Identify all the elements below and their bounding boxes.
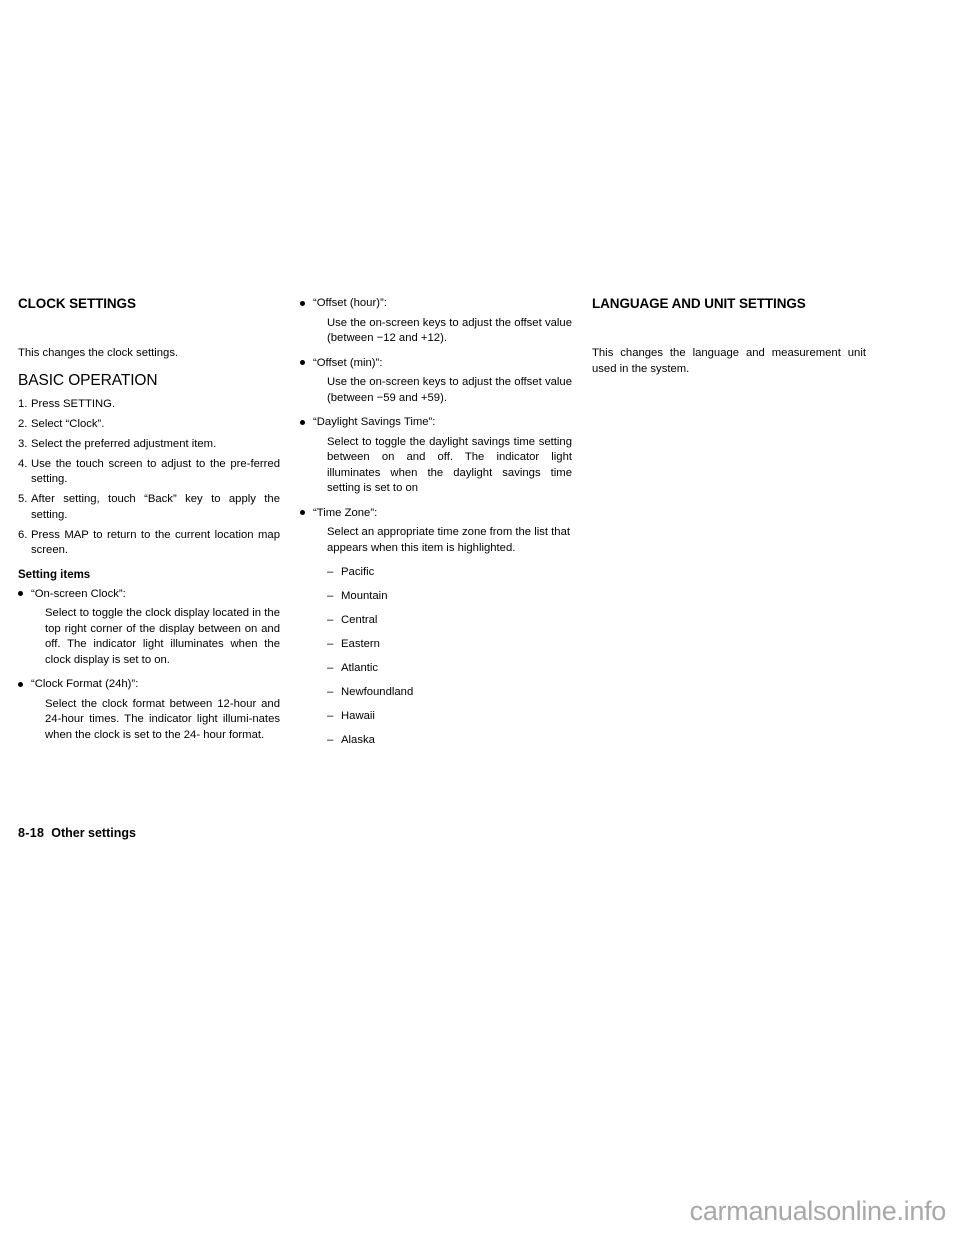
column-right: LANGUAGE AND UNIT SETTINGS This changes … (592, 296, 866, 386)
setting-item-label: “Time Zone”: (313, 506, 378, 519)
step-text: Press SETTING. (31, 397, 116, 410)
step-number: 6. (18, 528, 28, 541)
bullet-icon (300, 510, 305, 516)
bullet-icon (18, 591, 23, 597)
dash-icon: – (327, 734, 334, 746)
time-zone-label: Pacific (341, 566, 375, 578)
step-text: Use the touch screen to adjust to the pr… (31, 457, 280, 486)
list-item: 6. Press MAP to return to the current lo… (18, 528, 280, 559)
list-item: – Hawaii (327, 709, 572, 725)
column-middle: “Offset (hour)”: Use the on-screen keys … (300, 296, 572, 757)
setting-item-description: Select to toggle the clock display locat… (45, 607, 280, 666)
dash-icon: – (327, 710, 334, 722)
bullet-icon (300, 360, 305, 366)
list-item: 3. Select the preferred adjustment item. (18, 437, 280, 453)
list-item: 5. After setting, touch “Back” key to ap… (18, 492, 280, 523)
step-number: 1. (18, 397, 28, 410)
language-settings-intro: This changes the language and measuremen… (592, 347, 866, 375)
manual-page: CLOCK SETTINGS This changes the clock se… (0, 0, 960, 1242)
time-zone-label: Mountain (341, 590, 388, 602)
section-heading-clock-settings: CLOCK SETTINGS (18, 296, 136, 311)
setting-item-label: “Daylight Savings Time”: (313, 416, 436, 428)
list-item: – Newfoundland (327, 685, 572, 701)
setting-item-label: “Offset (min)”: (313, 356, 383, 369)
step-number: 4. (18, 457, 28, 470)
list-item: – Pacific (327, 565, 572, 581)
list-item: – Alaska (327, 733, 572, 749)
time-zone-label: Hawaii (341, 710, 375, 722)
step-number: 2. (18, 417, 28, 430)
time-zone-options: – Pacific – Mountain – Central – Eastern… (327, 565, 572, 749)
dash-icon: – (327, 638, 334, 650)
time-zone-label: Alaska (341, 734, 375, 746)
time-zone-label: Atlantic (341, 662, 379, 674)
dash-icon: – (327, 614, 334, 626)
list-item: – Central (327, 613, 572, 629)
page-footer: 8-18 Other settings (18, 825, 136, 841)
list-item: “Clock Format (24h)”: (18, 677, 280, 693)
list-item: – Eastern (327, 637, 572, 653)
clock-settings-intro: This changes the clock settings. (18, 347, 179, 359)
setting-item-label: “On-screen Clock”: (31, 587, 126, 600)
list-item: “Offset (hour)”: (300, 296, 572, 312)
step-text: After setting, touch “Back” key to apply… (31, 493, 280, 521)
list-item: “Offset (min)”: (300, 356, 572, 372)
step-text: Select “Clock”. (31, 417, 105, 430)
time-zone-label: Central (341, 614, 378, 626)
section-heading-language-and-unit-settings: LANGUAGE AND UNIT SETTINGS (592, 296, 806, 311)
list-item: – Atlantic (327, 661, 572, 677)
basic-operation-steps: 1. Press SETTING. 2. Select “Clock”. 3. … (18, 397, 280, 559)
list-item: 1. Press SETTING. (18, 397, 280, 413)
setting-item-description: Select the clock format between 12-hour … (45, 697, 280, 741)
dash-icon: – (327, 590, 334, 602)
step-number: 3. (18, 437, 28, 450)
bullet-icon (300, 419, 305, 425)
list-item: “On-screen Clock”: (18, 587, 280, 603)
watermark: carmanualsonline.info (689, 1196, 947, 1226)
setting-items-list: “On-screen Clock”: Select to toggle the … (18, 587, 280, 744)
step-text: Press MAP to return to the current locat… (31, 528, 280, 557)
bullet-icon (18, 681, 23, 687)
dash-icon: – (327, 662, 334, 674)
list-item: – Mountain (327, 589, 572, 605)
dash-icon: – (327, 566, 334, 578)
list-item: 4. Use the touch screen to adjust to the… (18, 457, 280, 488)
setting-item-description: Select to toggle the daylight savings ti… (327, 435, 572, 495)
setting-item-description: Use the on-screen keys to adjust the off… (327, 316, 572, 345)
step-text: Select the preferred adjustment item. (31, 437, 217, 450)
heading-setting-items: Setting items (18, 568, 91, 581)
clock-setting-items-continued: “Offset (hour)”: Use the on-screen keys … (300, 296, 572, 749)
page-number: 8-18 (18, 826, 45, 840)
list-item: “Time Zone”: (300, 506, 572, 522)
setting-item-label: “Clock Format (24h)”: (31, 678, 139, 690)
dash-icon: – (327, 686, 334, 698)
list-item: 2. Select “Clock”. (18, 417, 280, 433)
sub-heading-basic-operation: BASIC OPERATION (18, 371, 158, 389)
column-left: CLOCK SETTINGS This changes the clock se… (18, 296, 280, 752)
time-zone-label: Eastern (341, 638, 380, 650)
list-item: “Daylight Savings Time”: (300, 415, 572, 431)
step-number: 5. (18, 493, 28, 505)
time-zone-label: Newfoundland (341, 686, 414, 698)
bullet-icon (300, 300, 305, 306)
setting-item-label: “Offset (hour)”: (313, 297, 387, 309)
footer-chapter-title: Other settings (51, 826, 136, 840)
setting-item-description: Use the on-screen keys to adjust the off… (327, 376, 572, 404)
setting-item-description: Select an appropriate time zone from the… (327, 526, 571, 554)
